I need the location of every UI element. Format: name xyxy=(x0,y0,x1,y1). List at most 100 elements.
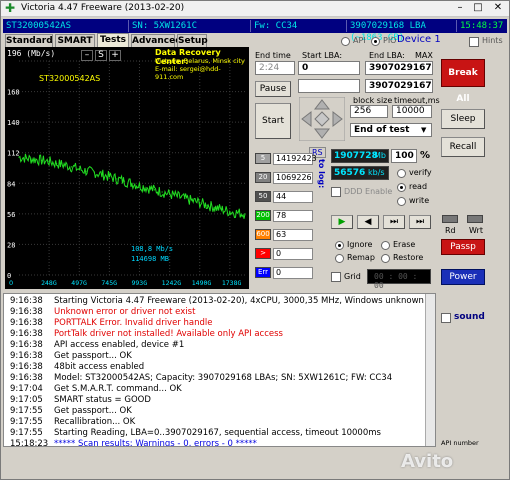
start-lba-label: Start LBA: xyxy=(302,51,343,60)
hints-checkbox[interactable] xyxy=(469,37,479,47)
speed-data-point xyxy=(214,206,216,208)
start-lba-field[interactable]: 0 xyxy=(298,61,360,75)
clock: 15:48:37 xyxy=(460,21,504,31)
erase-radio[interactable] xyxy=(381,241,390,250)
speed-data-point xyxy=(221,208,223,211)
tab-setup[interactable]: Setup xyxy=(177,34,208,48)
device-label: Device 1 xyxy=(397,34,441,45)
api-radio[interactable] xyxy=(341,37,350,46)
tab-standard[interactable]: Standard xyxy=(5,34,53,48)
log-line: 9:17:04 Get S.M.A.R.T. command... OK xyxy=(4,384,424,395)
dropdown-arrow-icon[interactable]: ▼ xyxy=(421,126,426,134)
read-radio[interactable] xyxy=(397,183,406,192)
log-line: 9:16:38 Get passport... OK xyxy=(4,351,424,362)
stat-count: 0 xyxy=(273,267,313,279)
y-tick-label: 56 xyxy=(7,211,15,219)
to-log-label: to log: xyxy=(317,159,326,189)
sleep-button[interactable]: Sleep xyxy=(441,109,485,129)
end-of-test-select[interactable]: End of test xyxy=(350,123,432,137)
log-message: Get passport... OK xyxy=(54,351,132,361)
log-message: ***** Scan results: Warnings - 0, errors… xyxy=(54,439,257,447)
log-scrollbar[interactable] xyxy=(425,294,435,446)
log-message: Get passport... OK xyxy=(54,406,132,416)
end-lba-field[interactable]: 3907029167 xyxy=(365,61,433,75)
scale-button[interactable]: S xyxy=(95,50,107,61)
speed-data-point xyxy=(108,176,110,178)
speed-graph: 168 140 112 84 56 28 0 248G 497G 745G 993G 1242G 149… xyxy=(5,47,249,289)
avito-watermark: Avito xyxy=(401,451,454,472)
y-tick-label: 168 xyxy=(7,89,20,97)
speed-data-point xyxy=(153,189,156,191)
x-tick-label: 497G xyxy=(71,279,87,287)
maximize-button[interactable]: □ xyxy=(471,2,485,15)
break-all-button[interactable]: Break All xyxy=(441,59,485,104)
wrt-label: Wrt xyxy=(469,226,483,235)
verify-label: verify xyxy=(409,168,432,177)
log-message: PortTalk driver not installed! Available… xyxy=(54,329,283,339)
ddd-enable-label: DDD Enable xyxy=(344,187,393,196)
log-time: 9:16:38 xyxy=(10,373,43,383)
start-lba-secondary-field[interactable] xyxy=(298,79,360,93)
pio-radio[interactable] xyxy=(371,37,380,46)
log-time: 9:16:38 xyxy=(10,351,43,361)
passport-button[interactable]: Passp xyxy=(441,239,485,255)
restore-radio[interactable] xyxy=(381,254,390,263)
log-line: 9:16:38 API access enabled, device #1 xyxy=(4,340,424,351)
block-size-select[interactable]: 256 xyxy=(350,105,388,118)
speed-data-point xyxy=(123,180,126,182)
tab-advanced[interactable]: Advanced xyxy=(131,34,182,48)
stat-swatch: Err xyxy=(255,267,271,278)
tab-tests[interactable]: Tests xyxy=(97,33,129,48)
grid-label: Grid xyxy=(344,272,361,281)
log-message: Model: ST32000542AS; Capacity: 390702916… xyxy=(54,373,393,383)
tab-smart[interactable]: SMART xyxy=(55,34,95,48)
speed-data-point xyxy=(206,204,208,206)
x-tick-label: 248G xyxy=(41,279,57,287)
start-button[interactable]: Start xyxy=(255,103,291,139)
end-time-field[interactable]: 2:24 xyxy=(255,61,295,75)
log-line: 9:16:38 48bit access enabled xyxy=(4,362,424,373)
wrt-indicator xyxy=(467,215,483,223)
zoom-out-button[interactable]: – xyxy=(81,50,93,61)
mb-unit: Mb xyxy=(374,151,386,160)
ignore-radio[interactable] xyxy=(335,241,344,250)
grid-checkbox[interactable] xyxy=(331,272,341,282)
x-tick-label: 745G xyxy=(101,279,117,287)
timeout-select[interactable]: 10000 xyxy=(392,105,432,118)
banner-location: Victoria, Belarus, Minsk city xyxy=(155,57,245,65)
log-message: API access enabled, device #1 xyxy=(54,340,185,350)
zoom-in-button[interactable]: + xyxy=(109,50,121,61)
back-button[interactable]: ◀ xyxy=(357,215,379,229)
speed-data-point xyxy=(199,202,201,204)
kbs-unit: kb/s xyxy=(368,168,385,177)
log-time: 9:16:38 xyxy=(10,340,43,350)
remap-radio[interactable] xyxy=(335,254,344,263)
end-lba-secondary-field[interactable]: 3907029167 xyxy=(365,79,433,93)
recall-button[interactable]: Recall xyxy=(441,137,485,157)
stat-swatch: 200 xyxy=(255,210,271,221)
skip-button[interactable]: ⏭ xyxy=(383,215,405,229)
x-tick-label: 0 xyxy=(9,279,13,287)
log-line: 15:18:23 ***** Scan results: Warnings - 0… xyxy=(4,439,424,447)
victoria-app-icon: ✚ xyxy=(5,1,16,15)
minimize-button[interactable]: – xyxy=(453,2,467,15)
ddd-enable-checkbox[interactable] xyxy=(331,187,341,197)
y-tick-label: 140 xyxy=(7,119,20,127)
speed-data-point xyxy=(184,197,186,200)
x-tick-label: 1242G xyxy=(162,279,182,287)
percent-sign: % xyxy=(420,150,431,161)
stat-count: 0 xyxy=(273,248,313,260)
verify-radio[interactable] xyxy=(397,169,406,178)
sound-checkbox[interactable] xyxy=(441,313,451,323)
graph-drive-label: ST32000542AS xyxy=(39,74,101,83)
log-message: PORTTALK Error. Invalid driver handle xyxy=(54,318,213,328)
pause-button[interactable]: Pause xyxy=(255,81,291,97)
drive-capacity: 3907029168 LBA (~1863 GB) xyxy=(347,20,457,43)
play-button[interactable]: ▶ xyxy=(331,215,353,229)
power-button[interactable]: Power xyxy=(441,269,485,285)
remap-label: Remap xyxy=(347,253,375,262)
main-window: ✚ Victoria 4.47 Freeware (2013-02-20) – … xyxy=(0,0,510,480)
close-button[interactable]: ✕ xyxy=(491,2,505,15)
end-button[interactable]: ⏭ xyxy=(409,215,431,229)
write-radio[interactable] xyxy=(397,197,406,206)
